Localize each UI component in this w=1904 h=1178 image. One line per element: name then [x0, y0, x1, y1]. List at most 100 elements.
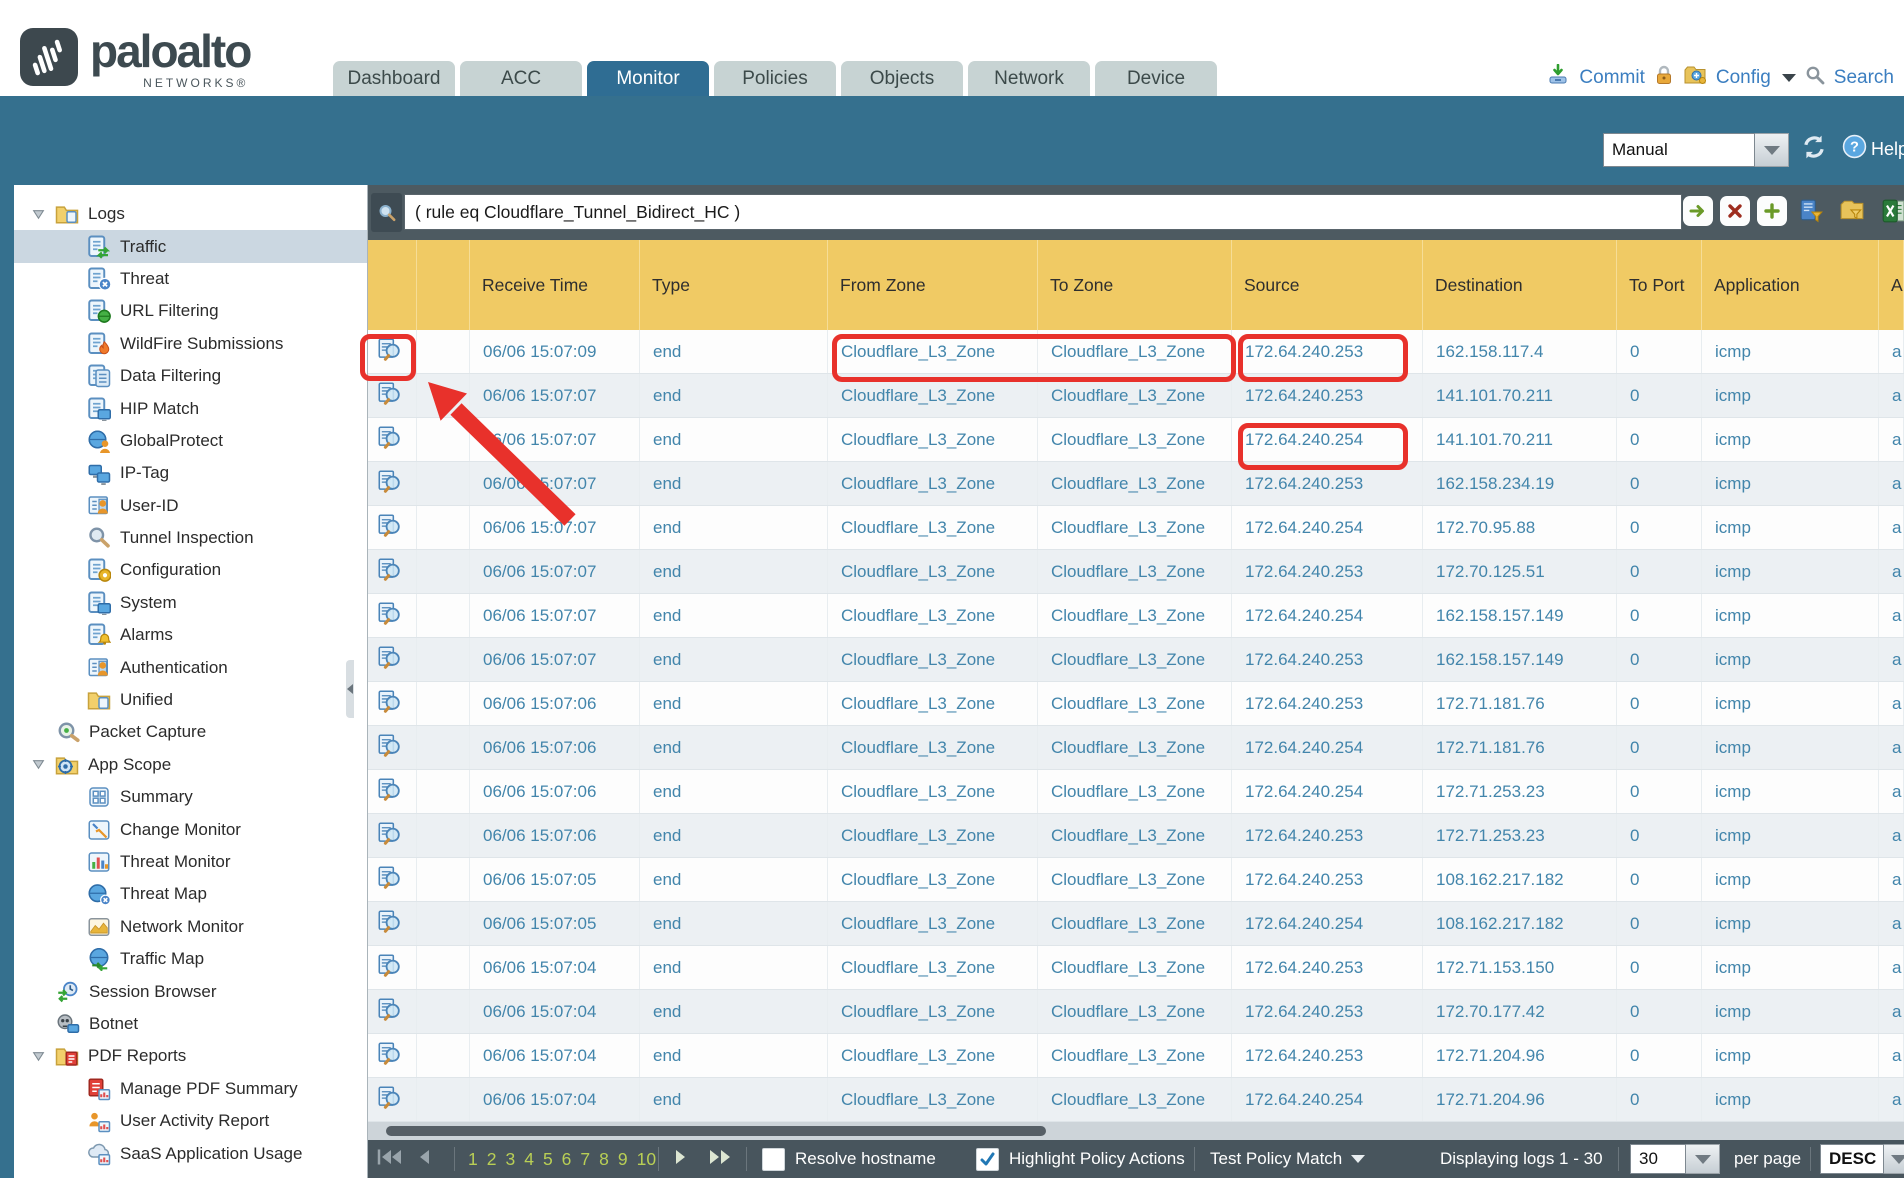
sidebar-item-threat-monitor[interactable]: Threat Monitor [14, 846, 367, 878]
sidebar-item-pdf-reports[interactable]: PDF Reports [14, 1040, 367, 1072]
log-detail-icon[interactable] [378, 426, 401, 454]
log-detail-icon[interactable] [378, 690, 401, 718]
cell-application[interactable]: icmp [1702, 858, 1879, 901]
column-header-type[interactable]: Type [640, 240, 828, 330]
log-detail-cell[interactable] [368, 946, 417, 989]
sidebar-item-globalprotect[interactable]: GlobalProtect [14, 425, 367, 457]
cell-to-zone[interactable]: Cloudflare_L3_Zone [1038, 506, 1232, 549]
table-row[interactable]: 06/06 15:07:04endCloudflare_L3_ZoneCloud… [368, 990, 1904, 1034]
column-header-application[interactable]: Application [1702, 240, 1879, 330]
log-detail-icon[interactable] [378, 1086, 401, 1114]
next-page-button[interactable] [674, 1148, 688, 1171]
column-header-to-zone[interactable]: To Zone [1038, 240, 1232, 330]
cell-receive-time[interactable]: 06/06 15:07:07 [470, 506, 640, 549]
cell-receive-time[interactable]: 06/06 15:07:07 [470, 374, 640, 417]
cell-receive-time[interactable]: 06/06 15:07:04 [470, 946, 640, 989]
log-detail-cell[interactable] [368, 902, 417, 945]
log-detail-cell[interactable] [368, 814, 417, 857]
horizontal-scrollbar[interactable] [368, 1122, 1904, 1140]
refresh-mode-dropdown-button[interactable] [1755, 133, 1789, 167]
config-menu[interactable]: Config [1716, 67, 1771, 89]
help-link[interactable]: ? Help [1842, 134, 1904, 164]
log-detail-icon[interactable] [378, 646, 401, 674]
cell-destination[interactable]: 172.70.177.42 [1423, 990, 1617, 1033]
sidebar-item-botnet[interactable]: Botnet [14, 1008, 367, 1040]
tree-expander-icon[interactable] [32, 1050, 48, 1063]
cell-to-zone[interactable]: Cloudflare_L3_Zone [1038, 330, 1232, 373]
cell-to-port[interactable]: 0 [1617, 726, 1702, 769]
cell-source[interactable]: 172.64.240.254 [1232, 506, 1423, 549]
cell-source[interactable]: 172.64.240.254 [1232, 770, 1423, 813]
refresh-icon[interactable] [1800, 134, 1828, 165]
log-detail-cell[interactable] [368, 418, 417, 461]
cell-type[interactable]: end [640, 682, 828, 725]
log-detail-cell[interactable] [368, 682, 417, 725]
cell-from-zone[interactable]: Cloudflare_L3_Zone [828, 1078, 1038, 1121]
cell-action[interactable]: a [1879, 726, 1904, 769]
cell-from-zone[interactable]: Cloudflare_L3_Zone [828, 330, 1038, 373]
cell-type[interactable]: end [640, 814, 828, 857]
cell-to-port[interactable]: 0 [1617, 550, 1702, 593]
tab-network[interactable]: Network [968, 61, 1090, 96]
cell-source[interactable]: 172.64.240.253 [1232, 990, 1423, 1033]
log-detail-icon[interactable] [378, 734, 401, 762]
column-header-blank-0[interactable] [368, 240, 417, 330]
column-header-a[interactable]: A [1879, 240, 1904, 330]
cell-destination[interactable]: 172.71.204.96 [1423, 1078, 1617, 1121]
column-header-to-port[interactable]: To Port [1617, 240, 1702, 330]
apply-filter-button[interactable] [1683, 196, 1713, 226]
log-detail-cell[interactable] [368, 506, 417, 549]
cell-action[interactable]: a [1879, 638, 1904, 681]
log-detail-cell[interactable] [368, 1078, 417, 1121]
cell-application[interactable]: icmp [1702, 374, 1879, 417]
table-row[interactable]: 06/06 15:07:06endCloudflare_L3_ZoneCloud… [368, 770, 1904, 814]
commit-icon[interactable] [1546, 64, 1570, 92]
cell-destination[interactable]: 172.71.253.23 [1423, 770, 1617, 813]
cell-receive-time[interactable]: 06/06 15:07:07 [470, 594, 640, 637]
cell-receive-time[interactable]: 06/06 15:07:04 [470, 1078, 640, 1121]
log-detail-icon[interactable] [378, 382, 401, 410]
sidebar-item-tunnel-inspection[interactable]: Tunnel Inspection [14, 522, 367, 554]
cell-application[interactable]: icmp [1702, 462, 1879, 505]
sidebar-item-traffic[interactable]: Traffic [14, 230, 367, 262]
cell-to-port[interactable]: 0 [1617, 1034, 1702, 1077]
help-icon[interactable]: ? [1842, 134, 1867, 164]
cell-destination[interactable]: 172.70.125.51 [1423, 550, 1617, 593]
table-row[interactable]: 06/06 15:07:06endCloudflare_L3_ZoneCloud… [368, 682, 1904, 726]
sidebar-item-session-browser[interactable]: Session Browser [14, 975, 367, 1007]
cell-to-port[interactable]: 0 [1617, 902, 1702, 945]
tab-acc[interactable]: ACC [460, 61, 582, 96]
cell-to-zone[interactable]: Cloudflare_L3_Zone [1038, 902, 1232, 945]
last-page-button[interactable] [708, 1148, 734, 1171]
cell-action[interactable]: a [1879, 858, 1904, 901]
page-number[interactable]: 1 [468, 1149, 478, 1170]
sidebar-item-system[interactable]: System [14, 587, 367, 619]
help-label[interactable]: Help [1871, 139, 1904, 160]
column-header-receive-time[interactable]: Receive Time [470, 240, 640, 330]
cell-receive-time[interactable]: 06/06 15:07:04 [470, 1034, 640, 1077]
first-page-button[interactable] [376, 1148, 403, 1171]
cell-to-port[interactable]: 0 [1617, 418, 1702, 461]
cell-action[interactable]: a [1879, 682, 1904, 725]
table-row[interactable]: 06/06 15:07:07endCloudflare_L3_ZoneCloud… [368, 418, 1904, 462]
log-detail-cell[interactable] [368, 726, 417, 769]
cell-to-port[interactable]: 0 [1617, 858, 1702, 901]
sidebar-item-user-activity-report[interactable]: User Activity Report [14, 1105, 367, 1137]
cell-type[interactable]: end [640, 418, 828, 461]
cell-source[interactable]: 172.64.240.254 [1232, 726, 1423, 769]
cell-destination[interactable]: 108.162.217.182 [1423, 858, 1617, 901]
cell-type[interactable]: end [640, 902, 828, 945]
cell-source[interactable]: 172.64.240.253 [1232, 946, 1423, 989]
cell-to-zone[interactable]: Cloudflare_L3_Zone [1038, 1078, 1232, 1121]
column-header-source[interactable]: Source [1232, 240, 1423, 330]
test-policy-match-caret-icon[interactable] [1351, 1155, 1365, 1163]
log-detail-icon[interactable] [378, 1042, 401, 1070]
log-detail-cell[interactable] [368, 638, 417, 681]
cell-source[interactable]: 172.64.240.253 [1232, 330, 1423, 373]
cell-application[interactable]: icmp [1702, 594, 1879, 637]
cell-to-port[interactable]: 0 [1617, 946, 1702, 989]
cell-action[interactable]: a [1879, 946, 1904, 989]
tab-policies[interactable]: Policies [714, 61, 836, 96]
cell-destination[interactable]: 141.101.70.211 [1423, 374, 1617, 417]
log-detail-cell[interactable] [368, 594, 417, 637]
